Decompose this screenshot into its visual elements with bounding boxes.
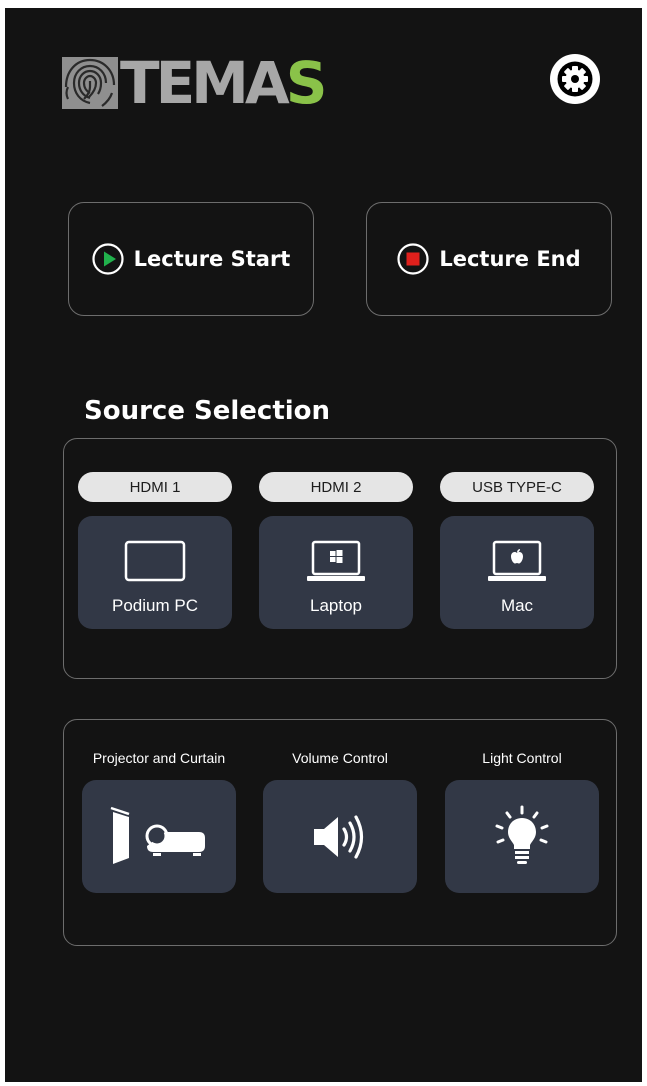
speaker-icon [314,814,364,859]
source-podium-pc-button[interactable]: Podium PC [78,516,232,629]
lightbulb-icon [495,805,549,864]
light-control-label: Light Control [482,750,562,766]
gear-icon [557,61,593,97]
stop-icon [397,243,429,275]
source-podium-pc-label: Podium PC [112,596,198,615]
port-label-hdmi-2: HDMI 2 [259,472,413,502]
port-label-usb-type-c: USB TYPE-C [440,472,594,502]
projector-curtain-label: Projector and Curtain [92,750,226,766]
lecture-end-button[interactable]: Lecture End [366,202,612,316]
monitor-icon [124,540,186,582]
source-laptop-label: Laptop [310,596,362,615]
temas-logo: TEMAS [62,48,328,118]
logo-text-main: TEMA [120,49,290,117]
projector-curtain-icon [110,806,205,864]
lecture-start-button[interactable]: Lecture Start [68,202,314,316]
port-label-hdmi-1: HDMI 1 [78,472,232,502]
source-mac-button[interactable]: Mac [440,516,594,629]
settings-button[interactable] [550,54,600,104]
source-mac-label: Mac [500,596,534,615]
lecture-start-label: Lecture Start [133,247,291,271]
source-laptop-button[interactable]: Laptop [259,516,413,629]
play-icon [92,243,124,275]
light-control-button[interactable] [445,780,599,893]
mac-laptop-icon [488,540,546,581]
windows-laptop-icon [307,540,365,581]
volume-control-label: Volume Control [292,750,388,766]
volume-control-button[interactable] [263,780,417,893]
logo-text-accent: S [285,49,328,117]
fingerprint-icon [62,57,118,109]
lecture-end-label: Lecture End [439,247,581,271]
source-selection-title: Source Selection [84,396,331,426]
projector-curtain-button[interactable] [82,780,236,893]
